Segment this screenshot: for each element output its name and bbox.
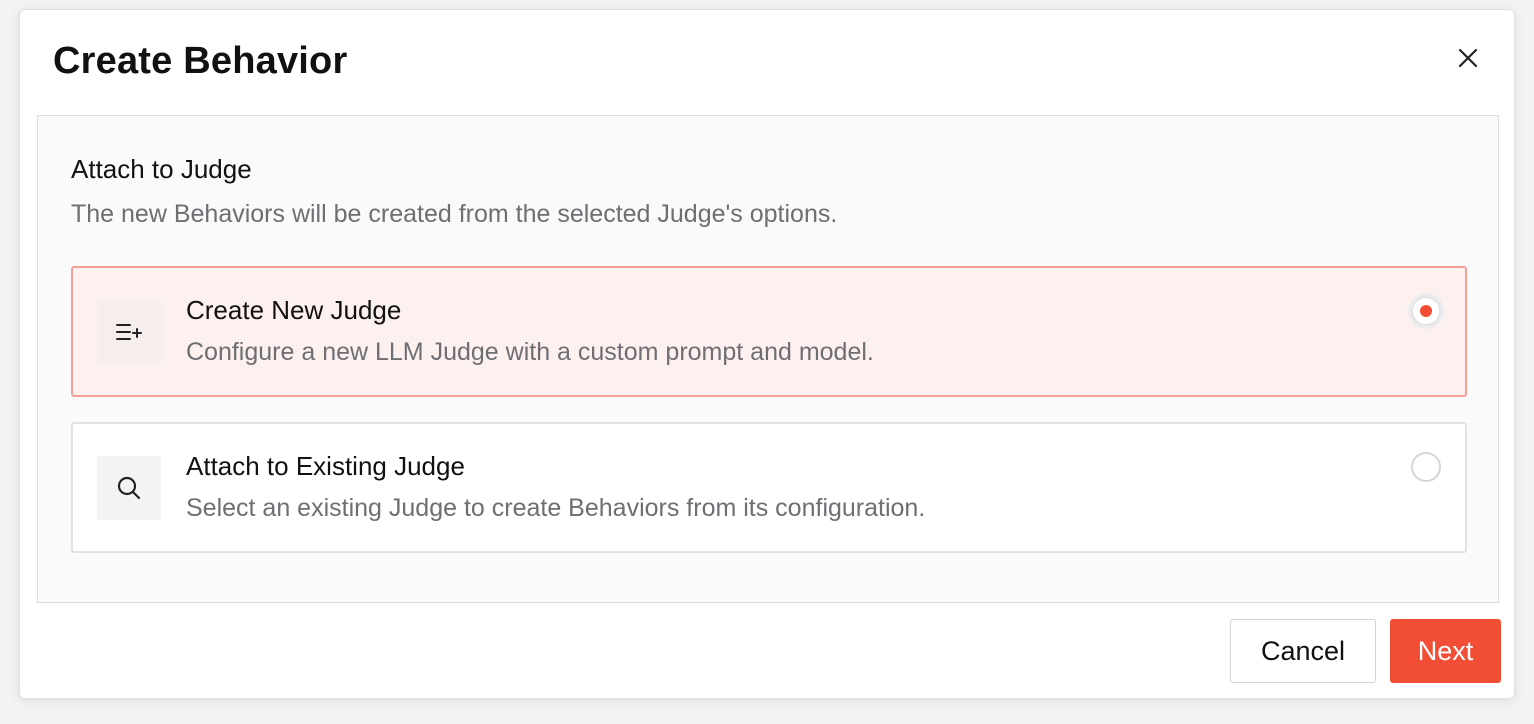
section-description: The new Behaviors will be created from t… — [71, 200, 838, 228]
option-attach-existing-judge[interactable]: Attach to Existing Judge Select an exist… — [71, 422, 1467, 553]
next-button[interactable]: Next — [1390, 619, 1501, 683]
list-add-icon — [97, 300, 161, 364]
option-description: Configure a new LLM Judge with a custom … — [186, 338, 874, 366]
option-create-new-judge[interactable]: Create New Judge Configure a new LLM Jud… — [71, 266, 1467, 397]
close-icon — [1458, 48, 1478, 68]
create-behavior-dialog: Create Behavior Attach to Judge The new … — [19, 9, 1515, 699]
option-description: Select an existing Judge to create Behav… — [186, 494, 926, 522]
dialog-title: Create Behavior — [53, 40, 348, 82]
radio-attach-existing-judge[interactable] — [1411, 452, 1441, 482]
option-title: Create New Judge — [186, 295, 402, 325]
option-title: Attach to Existing Judge — [186, 451, 465, 481]
cancel-button[interactable]: Cancel — [1230, 619, 1376, 683]
radio-create-new-judge[interactable] — [1411, 296, 1441, 326]
dialog-body: Attach to Judge The new Behaviors will b… — [37, 115, 1499, 603]
close-button[interactable] — [1450, 40, 1486, 76]
section-title: Attach to Judge — [71, 154, 252, 184]
search-icon — [97, 456, 161, 520]
